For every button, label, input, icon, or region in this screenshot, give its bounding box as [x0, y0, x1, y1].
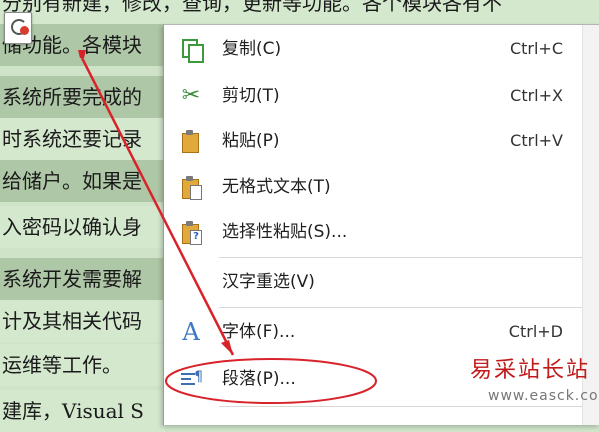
menu-item-cut[interactable]: ✂ 剪切(T) Ctrl+X	[164, 76, 582, 116]
menu-item-shortcut: Ctrl+C	[509, 39, 563, 58]
watermark-name: 易采站长站	[470, 358, 591, 383]
menu-item-label: 复制(C)	[222, 39, 282, 59]
doc-line: 运维等工作。	[0, 344, 165, 386]
watermark-url: www.easck.com	[488, 388, 599, 404]
menu-item-shortcut: Ctrl+V	[510, 131, 563, 150]
doc-line: 计及其相关代码	[0, 300, 165, 342]
paste-icon	[179, 129, 203, 153]
menu-separator	[219, 257, 582, 258]
wps-document-icon[interactable]	[4, 12, 32, 44]
doc-line: 给储户。如果是	[0, 160, 165, 202]
menu-item-shortcut: Ctrl+D	[508, 322, 563, 341]
doc-line: 建库，Visual S	[0, 390, 165, 432]
scissors-icon: ✂	[181, 83, 201, 108]
watermark: 易采站长站 www.easck.com	[470, 352, 599, 414]
paste-text-icon	[179, 175, 203, 200]
menu-item-label: 剪切(T)	[222, 86, 280, 106]
doc-line: 入密码以确认身	[0, 206, 165, 248]
menu-item-label: 段落(P)...	[222, 369, 296, 389]
menu-item-font[interactable]: A 字体(F)... Ctrl+D	[164, 312, 582, 352]
menu-item-paste[interactable]: 粘贴(P) Ctrl+V	[164, 121, 582, 161]
menu-item-label: 字体(F)...	[222, 322, 296, 342]
menu-item-copy[interactable]: 复制(C) Ctrl+C	[164, 29, 582, 69]
paragraph-icon: ¶	[179, 367, 203, 391]
doc-line: 分别有新建，修改，查询，更新等功能。各个模块各有不	[0, 0, 599, 24]
menu-item-label: 无格式文本(T)	[222, 177, 331, 197]
doc-line: 时系统还要记录	[0, 118, 165, 160]
menu-item-label: 汉字重选(V)	[222, 272, 315, 292]
menu-item-paste-special[interactable]: ? 选择性粘贴(S)...	[164, 212, 582, 252]
menu-item-label: 选择性粘贴(S)...	[222, 222, 348, 242]
copy-icon	[179, 37, 204, 63]
paste-special-icon: ?	[179, 220, 203, 245]
font-icon: A	[182, 318, 200, 346]
menu-item-reselect-chinese[interactable]: 汉字重选(V)	[164, 262, 582, 302]
menu-item-shortcut: Ctrl+X	[510, 86, 563, 105]
menu-item-label: 粘贴(P)	[222, 131, 280, 151]
menu-item-paste-plain-text[interactable]: 无格式文本(T)	[164, 167, 582, 207]
menu-separator	[219, 307, 582, 308]
doc-line: 系统所要完成的	[0, 76, 165, 118]
doc-line: 系统开发需要解	[0, 258, 165, 300]
